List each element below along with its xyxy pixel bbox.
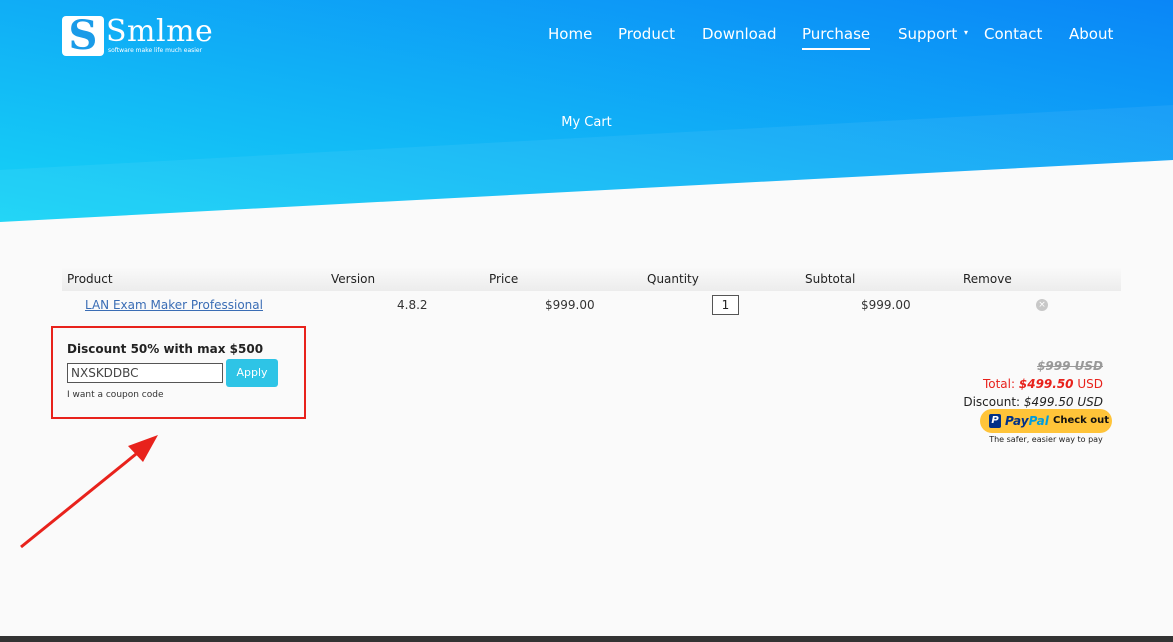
- total-line: Total: $499.50 USD: [963, 375, 1103, 393]
- nav-contact[interactable]: Contact: [984, 24, 1042, 44]
- product-price: $999.00: [545, 298, 595, 312]
- paypal-icon: P: [989, 414, 1001, 428]
- total-unit: USD: [1077, 377, 1103, 391]
- header-subtotal: Subtotal: [805, 272, 856, 286]
- product-subtotal: $999.00: [861, 298, 911, 312]
- brand-tagline: software make life much easier: [108, 47, 203, 54]
- product-link[interactable]: LAN Exam Maker Professional: [85, 298, 263, 312]
- nav-product[interactable]: Product: [618, 24, 675, 44]
- total-value: $499.50: [1018, 377, 1074, 391]
- remove-icon[interactable]: ×: [1036, 299, 1048, 311]
- discount-label: Discount:: [963, 395, 1021, 409]
- coupon-title: Discount 50% with max $500: [67, 342, 264, 356]
- nav-purchase[interactable]: Purchase: [802, 24, 871, 50]
- footer-bar: [0, 636, 1173, 642]
- coupon-section: Discount 50% with max $500 NXSKDDBC Appl…: [51, 326, 306, 419]
- nav-support[interactable]: Support: [898, 24, 957, 44]
- header-remove: Remove: [963, 272, 1012, 286]
- paypal-checkout-button[interactable]: P PayPal Check out: [980, 409, 1112, 433]
- header-price: Price: [489, 272, 519, 286]
- coupon-request-link[interactable]: I want a coupon code: [67, 390, 164, 400]
- coupon-code-input[interactable]: NXSKDDBC: [67, 363, 223, 383]
- quantity-input[interactable]: 1: [712, 295, 739, 315]
- page-title: My Cart: [561, 115, 612, 130]
- main-nav: Home Product Download Purchase Support C…: [0, 24, 1173, 50]
- paypal-checkout-label: Check out: [1053, 415, 1110, 426]
- discount-value: $499.50 USD: [1023, 395, 1103, 409]
- header-quantity: Quantity: [647, 272, 699, 286]
- product-version: 4.8.2: [397, 298, 428, 312]
- cart-table-header: Product Version Price Quantity Subtotal …: [62, 267, 1121, 291]
- nav-home[interactable]: Home: [548, 24, 592, 44]
- header-version: Version: [331, 272, 376, 286]
- header-product: Product: [67, 272, 113, 286]
- nav-about[interactable]: About: [1069, 24, 1113, 44]
- hero-banner: S Smlme software make life much easier H…: [0, 0, 1173, 230]
- paypal-brand: PayPal: [1005, 414, 1049, 428]
- chevron-down-icon[interactable]: ▾: [964, 28, 968, 37]
- paypal-tagline: The safer, easier way to pay: [989, 435, 1103, 444]
- order-totals: $999 USD Total: $499.50 USD Discount: $4…: [963, 357, 1103, 411]
- apply-button[interactable]: Apply: [226, 359, 278, 387]
- original-price: $999 USD: [1037, 359, 1103, 373]
- nav-download[interactable]: Download: [702, 24, 777, 44]
- total-label: Total:: [982, 377, 1016, 391]
